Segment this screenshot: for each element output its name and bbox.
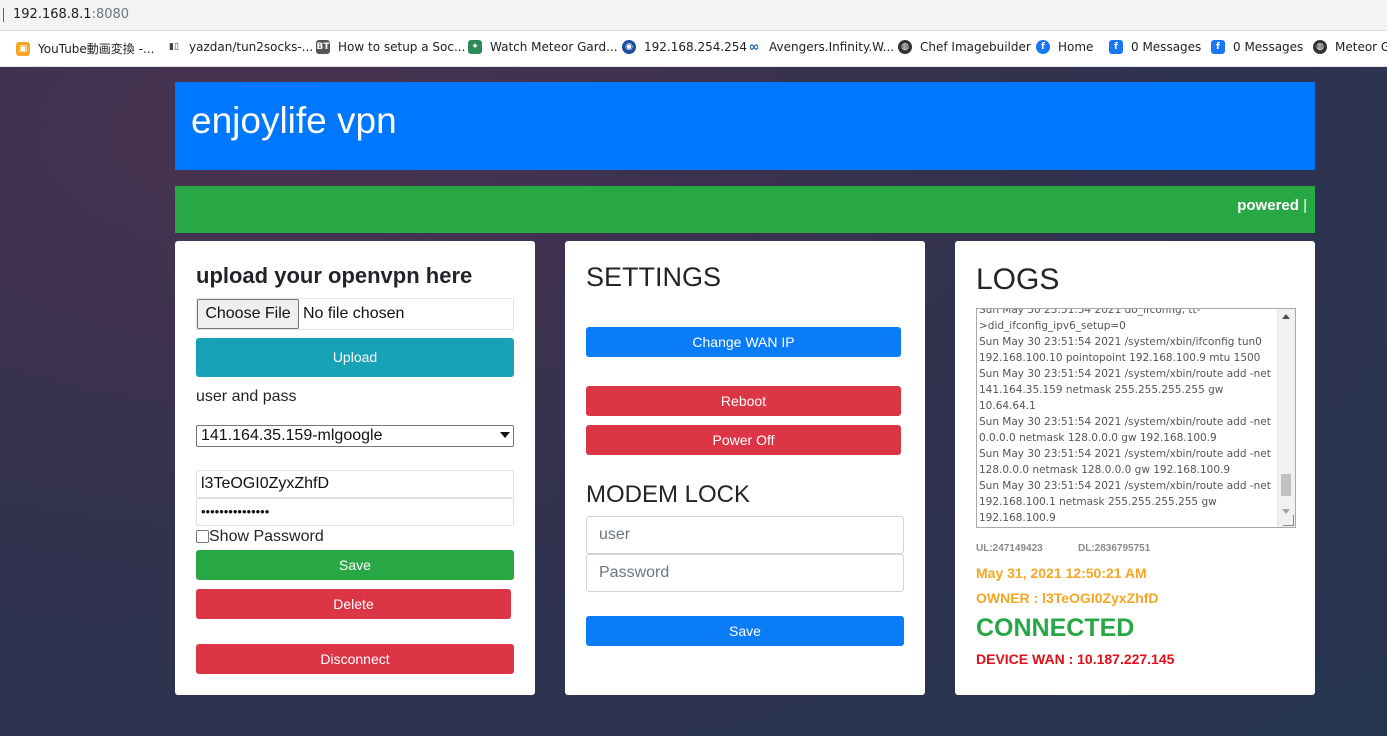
bookmark-label: Chef Imagebuilder xyxy=(920,40,1031,54)
logs-title: LOGS xyxy=(976,263,1060,296)
log-scrollbar[interactable] xyxy=(1277,309,1295,527)
router-icon: ◉ xyxy=(622,40,636,54)
modem-user-input[interactable]: user xyxy=(586,516,904,554)
bookmark-label: 192.168.254.254 xyxy=(644,40,748,54)
bookmark-label: 0 Messages xyxy=(1131,40,1202,54)
bookmark-facebook-messages-1[interactable]: f 0 Messages xyxy=(1109,40,1201,54)
marquee-text: powered | xyxy=(1237,197,1307,214)
site-title: enjoylife vpn xyxy=(191,100,397,141)
facebook-icon: f xyxy=(1036,40,1050,54)
choose-file-button[interactable]: Choose File xyxy=(197,299,299,329)
connection-status: CONNECTED xyxy=(976,614,1135,642)
username-value: l3TeOGI0ZyxZhfD xyxy=(201,475,330,492)
bookmark-label: Home xyxy=(1058,40,1094,54)
download-bytes: DL:2836795751 xyxy=(1078,543,1151,554)
settings-title: SETTINGS xyxy=(586,262,722,292)
file-picker[interactable]: Choose File No file chosen xyxy=(196,298,514,330)
github-bars-icon: ▮▯ xyxy=(167,40,181,54)
youtube-converter-icon: ▣ xyxy=(16,41,30,56)
bookmark-label: Meteor G xyxy=(1335,40,1387,54)
bookmark-label: 0 Messages xyxy=(1233,40,1304,54)
bookmark-label: Watch Meteor Gard... xyxy=(490,40,618,54)
change-wan-ip-button[interactable]: Change WAN IP xyxy=(586,327,901,357)
settings-panel: SETTINGS Change WAN IP Reboot Power Off … xyxy=(565,241,925,695)
bookmark-youtube-converter[interactable]: ▣ YouTube動画変換 -... xyxy=(16,40,154,57)
username-field[interactable]: l3TeOGI0ZyxZhfD xyxy=(196,470,514,498)
upload-button[interactable]: Upload xyxy=(196,338,514,377)
bt-icon: BT xyxy=(316,40,330,54)
device-wan-ip: DEVICE WAN : 10.187.227.145 xyxy=(976,651,1175,667)
upload-title: upload your openvpn here xyxy=(196,263,473,288)
password-value: ••••••••••••••• xyxy=(201,504,270,519)
config-select-value: 141.164.35.159-mlgoogle xyxy=(201,427,383,444)
address-bar-divider xyxy=(3,8,4,22)
upload-bytes: UL:247149423 xyxy=(976,543,1043,554)
password-field[interactable]: ••••••••••••••• xyxy=(196,498,514,526)
bookmark-avengers[interactable]: ∞ Avengers.Infinity.W... xyxy=(747,39,895,55)
bookmark-socks-setup[interactable]: BT How to setup a Soc... xyxy=(316,40,465,54)
logs-panel: LOGS Sun May 30 23:51:54 2021 do_ifconfi… xyxy=(955,241,1315,695)
globe-icon: ◍ xyxy=(1313,40,1327,54)
current-datetime: May 31, 2021 12:50:21 AM xyxy=(976,565,1147,581)
modem-password-placeholder: Password xyxy=(599,564,670,581)
marquee-cursor: | xyxy=(1303,197,1307,214)
upload-panel: upload your openvpn here Choose File No … xyxy=(175,241,535,695)
address-url[interactable]: 192.168.8.1:8080 xyxy=(13,7,129,22)
power-off-button[interactable]: Power Off xyxy=(586,425,901,455)
disconnect-button[interactable]: Disconnect xyxy=(196,644,514,674)
scroll-up-icon[interactable] xyxy=(1282,314,1290,319)
bookmark-meteor-garden[interactable]: ✦ Watch Meteor Gard... xyxy=(468,40,618,54)
log-content: Sun May 30 23:51:54 2021 do_ifconfig, tt… xyxy=(979,308,1271,524)
save-credentials-button[interactable]: Save xyxy=(196,550,514,580)
bookmarks-bar: ▣ YouTube動画変換 -... ▮▯ yazdan/tun2socks-...… xyxy=(0,31,1387,67)
marquee-bar: powered | xyxy=(175,186,1315,233)
bookmark-chef-imagebuilder[interactable]: ◍ Chef Imagebuilder xyxy=(898,40,1031,54)
user-pass-label: user and pass xyxy=(196,388,297,405)
modem-lock-title: MODEM LOCK xyxy=(586,481,751,508)
bookmark-router[interactable]: ◉ 192.168.254.254 xyxy=(622,40,747,54)
config-select[interactable]: 141.164.35.159-mlgoogle xyxy=(196,425,514,447)
scroll-down-icon[interactable] xyxy=(1282,509,1290,514)
file-status: No file chosen xyxy=(303,305,405,322)
bookmark-facebook-home[interactable]: f Home xyxy=(1036,40,1093,54)
facebook-square-icon: f xyxy=(1109,40,1123,54)
reboot-button[interactable]: Reboot xyxy=(586,386,901,416)
scroll-thumb[interactable] xyxy=(1281,474,1291,496)
bookmark-label: yazdan/tun2socks-... xyxy=(189,40,314,54)
link-icon: ∞ xyxy=(747,39,761,55)
site-header: enjoylife vpn xyxy=(175,82,1315,170)
globe-icon: ◍ xyxy=(898,40,912,54)
url-port: :8080 xyxy=(91,7,130,22)
bookmark-label: How to setup a Soc... xyxy=(338,40,466,54)
show-password-checkbox[interactable] xyxy=(196,530,209,543)
modem-user-placeholder: user xyxy=(599,526,631,543)
facebook-square-icon: f xyxy=(1211,40,1225,54)
log-textarea[interactable]: Sun May 30 23:51:54 2021 do_ifconfig, tt… xyxy=(976,308,1296,528)
bookmark-facebook-messages-2[interactable]: f 0 Messages xyxy=(1211,40,1303,54)
delete-button[interactable]: Delete xyxy=(196,589,511,619)
modem-password-input[interactable]: Password xyxy=(586,554,904,592)
bookmark-meteor-g[interactable]: ◍ Meteor G xyxy=(1313,40,1387,54)
bookmark-label: YouTube動画変換 -... xyxy=(38,42,155,56)
browser-address-bar[interactable]: 192.168.8.1:8080 xyxy=(0,0,1387,31)
resize-handle-icon[interactable] xyxy=(1283,515,1294,526)
owner-label: OWNER : l3TeOGI0ZyxZhfD xyxy=(976,590,1159,606)
url-host: 192.168.8.1 xyxy=(13,7,92,22)
modem-save-button[interactable]: Save xyxy=(586,616,904,646)
meteor-icon: ✦ xyxy=(468,40,482,54)
marquee-label: powered xyxy=(1237,197,1299,214)
chevron-down-icon xyxy=(500,432,510,438)
show-password-label[interactable]: Show Password xyxy=(209,528,324,546)
bookmark-tun2socks[interactable]: ▮▯ yazdan/tun2socks-... xyxy=(167,40,313,54)
bookmark-label: Avengers.Infinity.W... xyxy=(769,40,895,54)
